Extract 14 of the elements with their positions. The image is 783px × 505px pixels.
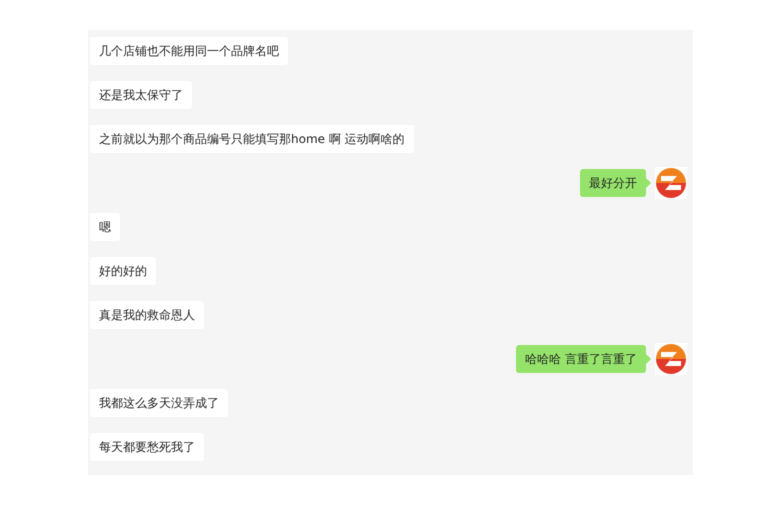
message-bubble: 还是我太保守了 (90, 81, 192, 109)
message-bubble: 最好分开 (580, 169, 646, 197)
bubble-tail (646, 178, 651, 188)
message-bubble: 几个店铺也不能用同一个品牌名吧 (90, 37, 288, 65)
avatar-icon (655, 167, 687, 199)
message-bubble: 我都这么多天没弄成了 (90, 389, 228, 417)
message-bubble: 每天都要愁死我了 (90, 433, 204, 461)
bubble-tail (646, 354, 651, 364)
avatar-icon (655, 343, 687, 375)
message-bubble: 哈哈哈 言重了言重了 (516, 345, 646, 373)
message-bubble: 好的好的 (90, 257, 156, 285)
message-bubble: 真是我的救命恩人 (90, 301, 204, 329)
message-bubble: 之前就以为那个商品编号只能填写那home 啊 运动啊啥的 (90, 125, 414, 153)
message-bubble: 嗯 (90, 213, 120, 241)
